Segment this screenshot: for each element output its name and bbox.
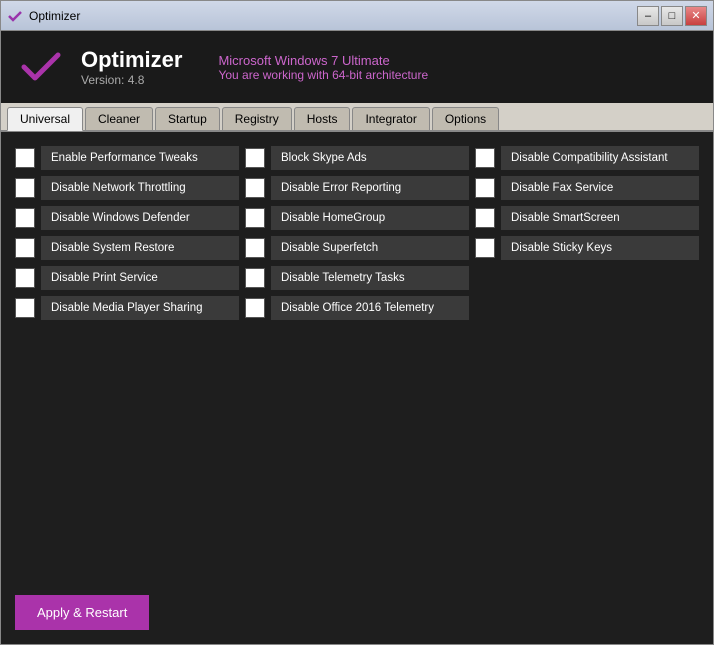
option-checkbox-disable-sticky-keys[interactable]: [475, 238, 495, 258]
app-name: Optimizer: [81, 47, 182, 73]
option-item: Disable Error Reporting: [245, 176, 469, 200]
header-title-section: Optimizer Version: 4.8: [81, 47, 182, 87]
option-checkbox-disable-network-throttling[interactable]: [15, 178, 35, 198]
spacer: [15, 320, 699, 577]
main-window: Optimizer – □ ✕ Optimizer Version: 4.8 M…: [0, 0, 714, 645]
option-label: Disable Print Service: [41, 266, 239, 290]
option-checkbox-disable-print-service[interactable]: [15, 268, 35, 288]
option-label: Disable SmartScreen: [501, 206, 699, 230]
option-item: [475, 296, 699, 320]
title-bar: Optimizer – □ ✕: [1, 1, 713, 31]
option-checkbox-disable-error-reporting[interactable]: [245, 178, 265, 198]
tab-hosts[interactable]: Hosts: [294, 107, 351, 130]
option-item: Disable Compatibility Assistant: [475, 146, 699, 170]
option-checkbox-disable-telemetry-tasks[interactable]: [245, 268, 265, 288]
option-label: Disable Office 2016 Telemetry: [271, 296, 469, 320]
checkmark-icon: [19, 45, 63, 89]
os-arch: You are working with 64-bit architecture: [218, 68, 428, 82]
tab-universal[interactable]: Universal: [7, 107, 83, 131]
app-header: Optimizer Version: 4.8 Microsoft Windows…: [1, 31, 713, 103]
tab-cleaner[interactable]: Cleaner: [85, 107, 153, 130]
tab-integrator[interactable]: Integrator: [352, 107, 429, 130]
window-title: Optimizer: [29, 9, 80, 23]
app-version: Version: 4.8: [81, 73, 182, 87]
content-area: Enable Performance Tweaks Block Skype Ads…: [1, 132, 713, 644]
option-item: Disable Office 2016 Telemetry: [245, 296, 469, 320]
tab-startup[interactable]: Startup: [155, 107, 220, 130]
option-item: Disable Sticky Keys: [475, 236, 699, 260]
os-name: Microsoft Windows 7 Ultimate: [218, 53, 428, 68]
option-checkbox-disable-media-player-sharing[interactable]: [15, 298, 35, 318]
option-label: Block Skype Ads: [271, 146, 469, 170]
option-checkbox-disable-homegroup[interactable]: [245, 208, 265, 228]
option-label: Disable Compatibility Assistant: [501, 146, 699, 170]
option-label: Enable Performance Tweaks: [41, 146, 239, 170]
tabs-bar: Universal Cleaner Startup Registry Hosts…: [1, 103, 713, 132]
tab-registry[interactable]: Registry: [222, 107, 292, 130]
option-checkbox-disable-superfetch[interactable]: [245, 238, 265, 258]
option-label: Disable Windows Defender: [41, 206, 239, 230]
option-label: Disable HomeGroup: [271, 206, 469, 230]
option-item: Block Skype Ads: [245, 146, 469, 170]
option-checkbox-disable-fax-service[interactable]: [475, 178, 495, 198]
apply-restart-button[interactable]: Apply & Restart: [15, 595, 149, 630]
option-item: Disable Windows Defender: [15, 206, 239, 230]
tab-options[interactable]: Options: [432, 107, 499, 130]
option-label: Disable Fax Service: [501, 176, 699, 200]
header-info: Microsoft Windows 7 Ultimate You are wor…: [218, 53, 428, 82]
option-checkbox-disable-system-restore[interactable]: [15, 238, 35, 258]
option-label: Disable Media Player Sharing: [41, 296, 239, 320]
option-item: Disable Print Service: [15, 266, 239, 290]
maximize-button[interactable]: □: [661, 6, 683, 26]
option-label: Disable Network Throttling: [41, 176, 239, 200]
header-logo: [17, 43, 65, 91]
window-controls: – □ ✕: [637, 6, 707, 26]
option-item: Enable Performance Tweaks: [15, 146, 239, 170]
option-item: Disable Fax Service: [475, 176, 699, 200]
option-item: Disable System Restore: [15, 236, 239, 260]
option-checkbox-block-skype-ads[interactable]: [245, 148, 265, 168]
options-grid: Enable Performance Tweaks Block Skype Ads…: [15, 146, 699, 320]
option-label: Disable Sticky Keys: [501, 236, 699, 260]
option-checkbox-disable-smartscreen[interactable]: [475, 208, 495, 228]
title-bar-left: Optimizer: [7, 8, 80, 24]
option-label: Disable System Restore: [41, 236, 239, 260]
minimize-button[interactable]: –: [637, 6, 659, 26]
option-item: Disable Telemetry Tasks: [245, 266, 469, 290]
option-item: Disable Network Throttling: [15, 176, 239, 200]
option-item: Disable Media Player Sharing: [15, 296, 239, 320]
option-item: Disable SmartScreen: [475, 206, 699, 230]
option-checkbox-disable-compatibility-assistant[interactable]: [475, 148, 495, 168]
option-item: Disable HomeGroup: [245, 206, 469, 230]
option-checkbox-disable-windows-defender[interactable]: [15, 208, 35, 228]
option-checkbox-enable-performance-tweaks[interactable]: [15, 148, 35, 168]
option-label: Disable Superfetch: [271, 236, 469, 260]
option-item: [475, 266, 699, 290]
option-checkbox-disable-office-2016-telemetry[interactable]: [245, 298, 265, 318]
option-label: Disable Error Reporting: [271, 176, 469, 200]
close-button[interactable]: ✕: [685, 6, 707, 26]
option-label: Disable Telemetry Tasks: [271, 266, 469, 290]
option-item: Disable Superfetch: [245, 236, 469, 260]
app-icon: [7, 8, 23, 24]
